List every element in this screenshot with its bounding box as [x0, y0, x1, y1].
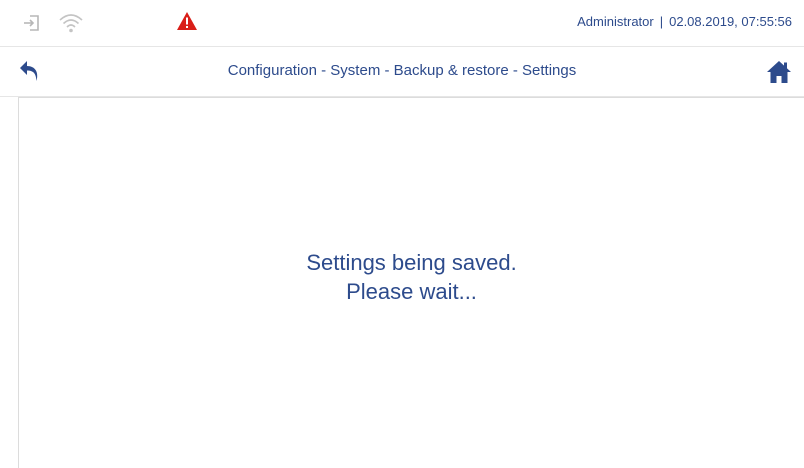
nav-bar: Configuration - System - Backup & restor… — [0, 47, 804, 97]
status-separator: | — [659, 14, 664, 29]
warning-icon[interactable] — [176, 11, 198, 31]
message-line-2: Please wait... — [346, 279, 477, 304]
message-line-1: Settings being saved. — [306, 250, 517, 275]
screen: Administrator | 02.08.2019, 07:55:56 Confi… — [0, 0, 804, 468]
datetime-label: 02.08.2019, 07:55:56 — [669, 14, 792, 29]
home-button[interactable] — [766, 60, 792, 84]
content-panel: Settings being saved. Please wait... — [18, 97, 804, 468]
wifi-icon — [58, 12, 84, 34]
login-icon[interactable] — [22, 13, 42, 33]
saving-message: Settings being saved. Please wait... — [19, 248, 804, 306]
status-text: Administrator | 02.08.2019, 07:55:56 — [577, 14, 792, 29]
user-label: Administrator — [577, 14, 654, 29]
home-icon — [767, 61, 791, 83]
breadcrumb: Configuration - System - Backup & restor… — [227, 62, 577, 79]
status-bar: Administrator | 02.08.2019, 07:55:56 — [0, 0, 804, 47]
